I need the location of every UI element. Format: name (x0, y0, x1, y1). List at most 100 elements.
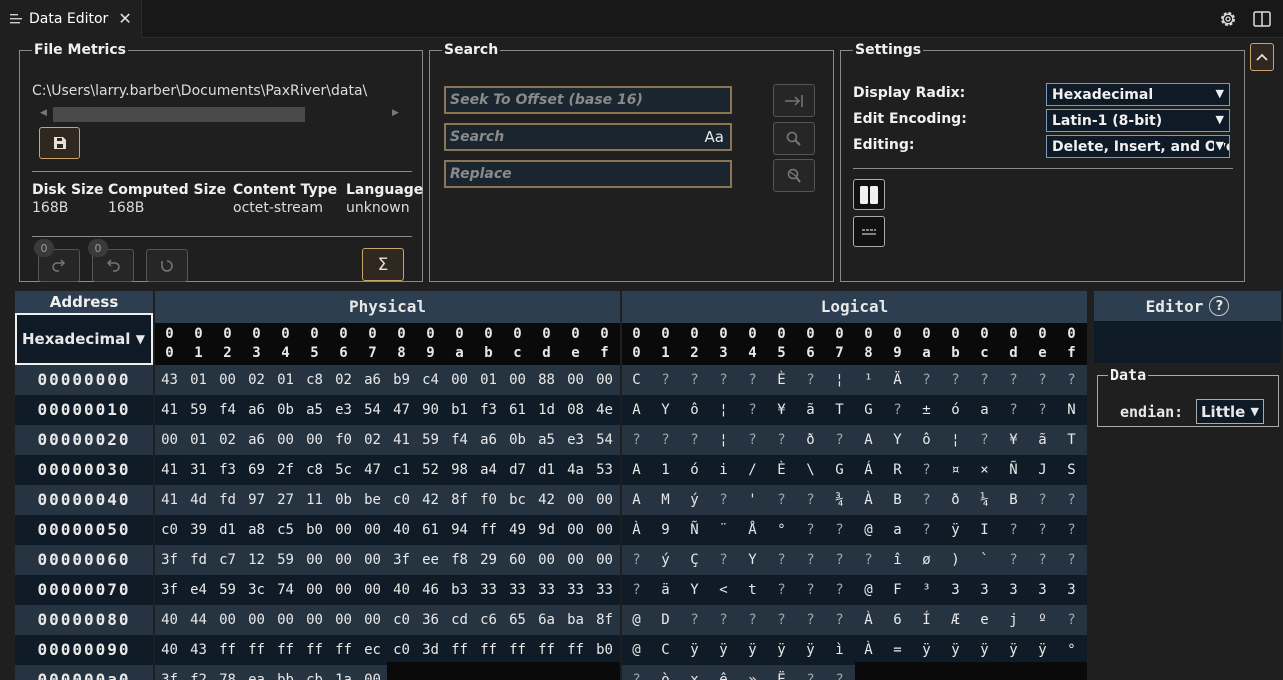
save-button[interactable] (39, 127, 80, 159)
char-cell[interactable]: ? (622, 575, 651, 605)
byte-cell[interactable]: 46 (416, 575, 445, 605)
char-cell[interactable]: Y (883, 425, 912, 455)
byte-cell[interactable]: 1d (532, 395, 561, 425)
row-address[interactable]: 00000060 (15, 545, 153, 575)
char-cell[interactable]: Ñ (680, 515, 709, 545)
byte-cell[interactable]: 00 (358, 575, 387, 605)
horizontal-scrollbar[interactable] (53, 107, 305, 122)
byte-cell[interactable]: 2f (271, 455, 300, 485)
char-cell[interactable]: S (1057, 455, 1086, 485)
byte-cell[interactable]: 00 (300, 605, 329, 635)
byte-cell[interactable]: 00 (300, 575, 329, 605)
char-cell[interactable]: ' (738, 485, 767, 515)
char-cell[interactable]: B (883, 485, 912, 515)
byte-cell[interactable]: 39 (184, 515, 213, 545)
char-cell[interactable]: B (999, 485, 1028, 515)
scroll-left-arrow-icon[interactable]: ◀ (40, 108, 47, 118)
char-cell[interactable]: ` (970, 545, 999, 575)
search-input[interactable]: Search Aa (444, 123, 732, 151)
row-address[interactable]: 00000040 (15, 485, 153, 515)
byte-cell[interactable]: f0 (474, 485, 503, 515)
char-cell[interactable]: ã (1028, 425, 1057, 455)
byte-cell[interactable]: a6 (242, 425, 271, 455)
char-cell[interactable]: » (738, 665, 767, 680)
tab-data-editor[interactable]: Data Editor ✕ (0, 0, 142, 38)
byte-cell[interactable]: ff (532, 635, 561, 665)
byte-cell[interactable]: 43 (155, 365, 184, 395)
char-cell[interactable]: ? (796, 485, 825, 515)
byte-cell[interactable]: 00 (358, 605, 387, 635)
byte-cell[interactable]: 00 (213, 605, 242, 635)
char-cell[interactable]: ? (1028, 485, 1057, 515)
char-cell[interactable]: ? (1028, 545, 1057, 575)
byte-cell[interactable]: ff (474, 515, 503, 545)
char-cell[interactable]: G (825, 455, 854, 485)
char-cell[interactable]: ? (738, 605, 767, 635)
byte-cell[interactable]: 02 (358, 425, 387, 455)
char-cell[interactable]: ¥ (999, 425, 1028, 455)
byte-cell[interactable]: 00 (445, 365, 474, 395)
char-cell[interactable]: Ä (883, 365, 912, 395)
byte-cell[interactable]: ff (561, 635, 590, 665)
gear-icon[interactable] (1218, 9, 1238, 29)
search-button[interactable] (773, 122, 815, 155)
char-cell[interactable]: A (854, 425, 883, 455)
byte-cell[interactable]: 3f (155, 575, 184, 605)
byte-cell[interactable]: c8 (300, 455, 329, 485)
byte-cell[interactable]: d1 (213, 515, 242, 545)
char-cell[interactable]: ? (796, 545, 825, 575)
char-cell[interactable]: ã (796, 395, 825, 425)
byte-cell[interactable]: 01 (271, 365, 300, 395)
char-cell[interactable]: ? (651, 365, 680, 395)
char-cell[interactable]: ô (912, 425, 941, 455)
char-cell[interactable]: ¼ (970, 485, 999, 515)
byte-cell[interactable]: ea (242, 665, 271, 680)
char-cell[interactable]: T (825, 395, 854, 425)
char-cell[interactable]: ? (825, 425, 854, 455)
byte-cell[interactable]: fd (213, 485, 242, 515)
char-cell[interactable]: ? (825, 575, 854, 605)
collapse-header-button[interactable] (1250, 43, 1274, 71)
char-cell[interactable]: 3 (1028, 575, 1057, 605)
row-address[interactable]: 00000090 (15, 635, 153, 665)
char-cell[interactable]: ? (796, 665, 825, 680)
char-cell[interactable]: ? (854, 545, 883, 575)
char-cell[interactable]: À (854, 485, 883, 515)
byte-cell[interactable]: 33 (590, 575, 619, 605)
char-cell[interactable]: ? (796, 365, 825, 395)
char-cell[interactable]: C (651, 635, 680, 665)
byte-cell[interactable]: a4 (474, 455, 503, 485)
byte-cell[interactable]: 01 (474, 365, 503, 395)
byte-cell[interactable]: 00 (503, 365, 532, 395)
char-cell[interactable]: ä (651, 575, 680, 605)
char-cell[interactable]: ? (622, 545, 651, 575)
byte-cell[interactable]: 53 (590, 455, 619, 485)
byte-cell[interactable]: 00 (329, 605, 358, 635)
char-cell[interactable]: ÿ (970, 635, 999, 665)
char-cell[interactable]: D (651, 605, 680, 635)
byte-cell[interactable]: 42 (416, 485, 445, 515)
byte-cell[interactable]: 40 (155, 605, 184, 635)
byte-cell[interactable]: 74 (271, 575, 300, 605)
byte-cell[interactable]: 4e (590, 395, 619, 425)
char-cell[interactable]: @ (622, 605, 651, 635)
byte-cell[interactable]: 90 (416, 395, 445, 425)
char-cell[interactable]: M (651, 485, 680, 515)
byte-cell[interactable]: 9d (532, 515, 561, 545)
char-cell[interactable]: t (738, 575, 767, 605)
char-cell[interactable]: ¤ (941, 455, 970, 485)
byte-cell[interactable]: 6a (532, 605, 561, 635)
byte-cell[interactable]: e4 (184, 575, 213, 605)
byte-cell[interactable]: 40 (387, 575, 416, 605)
byte-cell[interactable]: ff (271, 635, 300, 665)
char-cell[interactable]: ì (825, 635, 854, 665)
byte-cell[interactable]: 00 (155, 425, 184, 455)
byte-cell[interactable]: ff (445, 635, 474, 665)
byte-cell[interactable]: 00 (242, 605, 271, 635)
char-cell[interactable]: ô (680, 395, 709, 425)
byte-cell[interactable]: 3f (155, 545, 184, 575)
byte-cell[interactable]: 49 (503, 515, 532, 545)
byte-cell[interactable]: 00 (590, 515, 619, 545)
byte-cell[interactable]: f4 (445, 425, 474, 455)
char-cell[interactable]: ¾ (825, 485, 854, 515)
